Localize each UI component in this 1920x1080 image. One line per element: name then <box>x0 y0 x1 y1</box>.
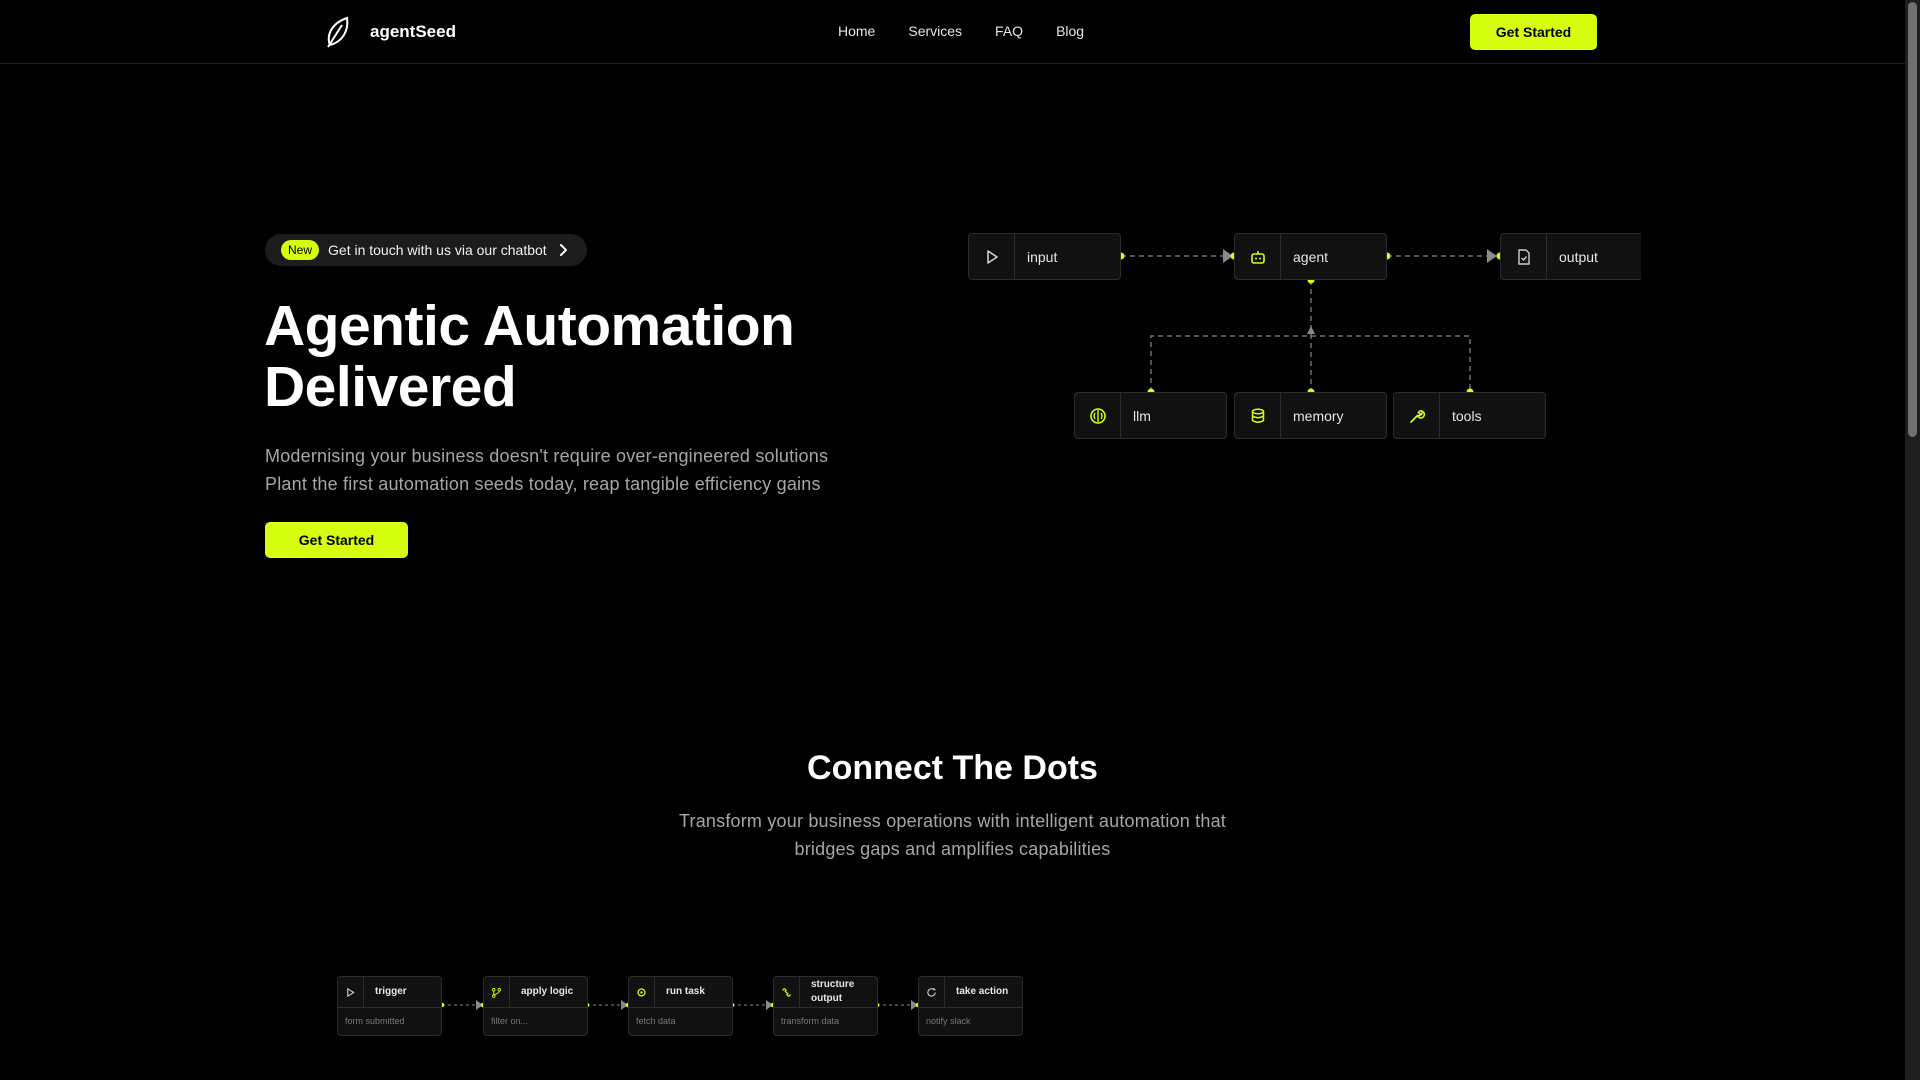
node-tools-label: tools <box>1452 407 1482 424</box>
hero-subtitle: Modernising your business doesn't requir… <box>265 442 828 498</box>
node-input-label: input <box>1027 248 1058 265</box>
edge-agent-llm-tools <box>1150 335 1471 392</box>
brand-name: agentSeed <box>370 22 456 41</box>
step-title: trigger <box>375 986 407 997</box>
step-subtitle: filter on... <box>491 1016 529 1026</box>
node-llm[interactable]: llm <box>1074 392 1227 439</box>
page-scrollbar[interactable] <box>1905 0 1920 1080</box>
step-subtitle: form submitted <box>345 1016 405 1026</box>
chevron-right-icon <box>559 244 567 256</box>
arrow-agent-output <box>1487 249 1497 263</box>
scrollbar-thumb[interactable] <box>1908 2 1917 437</box>
step-subtitle: transform data <box>781 1016 840 1026</box>
node-memory-label: memory <box>1293 407 1344 424</box>
section-subtitle-line2: bridges gaps and amplifies capabilities <box>794 839 1111 859</box>
arrow-input-agent <box>1223 249 1233 263</box>
refresh-icon <box>927 987 936 997</box>
step-title: take action <box>956 986 1009 997</box>
workflow-step-trigger[interactable]: trigger form submitted <box>337 976 442 1036</box>
chatbot-announcement-pill[interactable]: New Get in touch with us via our chatbot <box>265 234 587 266</box>
link-icon <box>782 987 791 997</box>
section-subtitle-line1: Transform your business operations with … <box>678 811 1226 831</box>
step-subtitle: notify slack <box>926 1016 971 1026</box>
database-icon <box>1251 408 1264 423</box>
pill-text: Get in touch with us via our chatbot <box>328 242 547 258</box>
site-header: agentSeed Home Services FAQ Blog Get Sta… <box>0 0 1905 64</box>
header-get-started-button[interactable]: Get Started <box>1470 14 1597 50</box>
file-check-icon <box>1517 248 1530 265</box>
hero-title-line1: Agentic Automation <box>264 294 795 358</box>
step-title: structure output <box>811 979 855 1004</box>
new-badge: New <box>281 240 320 260</box>
workflow-step-structure-output[interactable]: structure output transform data <box>773 976 878 1036</box>
robot-icon <box>1250 250 1265 264</box>
node-output-label: output <box>1559 248 1598 265</box>
nav-faq[interactable]: FAQ <box>995 23 1023 39</box>
node-agent-label: agent <box>1293 248 1329 265</box>
step-title: run task <box>666 986 705 997</box>
play-icon <box>986 249 998 264</box>
brand-logo[interactable]: agentSeed <box>322 15 456 49</box>
workflow-step-take-action[interactable]: take action notify slack <box>918 976 1023 1036</box>
workflow-step-run-task[interactable]: run task fetch data <box>628 976 733 1036</box>
node-llm-label: llm <box>1133 407 1151 424</box>
hero-title: Agentic Automation Delivered <box>264 296 904 418</box>
workflow-step-apply-logic[interactable]: apply logic filter on... <box>483 976 588 1036</box>
nav-home[interactable]: Home <box>838 23 875 39</box>
node-tools[interactable]: tools <box>1393 392 1546 439</box>
node-input[interactable]: input <box>968 233 1121 280</box>
play-icon <box>347 987 355 997</box>
wrench-icon <box>1409 409 1425 423</box>
node-memory[interactable]: memory <box>1234 392 1387 439</box>
node-output[interactable]: output <box>1500 233 1641 280</box>
nav-blog[interactable]: Blog <box>1056 23 1084 39</box>
step-title: apply logic <box>521 986 574 997</box>
arrow-to-agent <box>1307 326 1315 334</box>
nav-services[interactable]: Services <box>908 23 962 39</box>
leaf-icon <box>327 16 349 48</box>
section-title: Connect The Dots <box>807 749 1098 787</box>
branch-icon <box>492 987 501 998</box>
hero-get-started-button[interactable]: Get Started <box>265 522 408 558</box>
node-agent[interactable]: agent <box>1234 233 1387 280</box>
hero-title-line2: Delivered <box>264 355 517 419</box>
brain-icon <box>1089 407 1106 424</box>
step-subtitle: fetch data <box>636 1016 676 1026</box>
section-subtitle: Transform your business operations with … <box>640 807 1265 863</box>
cog-icon <box>637 987 646 997</box>
hero-subtitle-line2: Plant the first automation seeds today, … <box>265 474 821 494</box>
main-nav: Home Services FAQ Blog <box>838 23 1084 39</box>
hero-subtitle-line1: Modernising your business doesn't requir… <box>265 446 829 466</box>
